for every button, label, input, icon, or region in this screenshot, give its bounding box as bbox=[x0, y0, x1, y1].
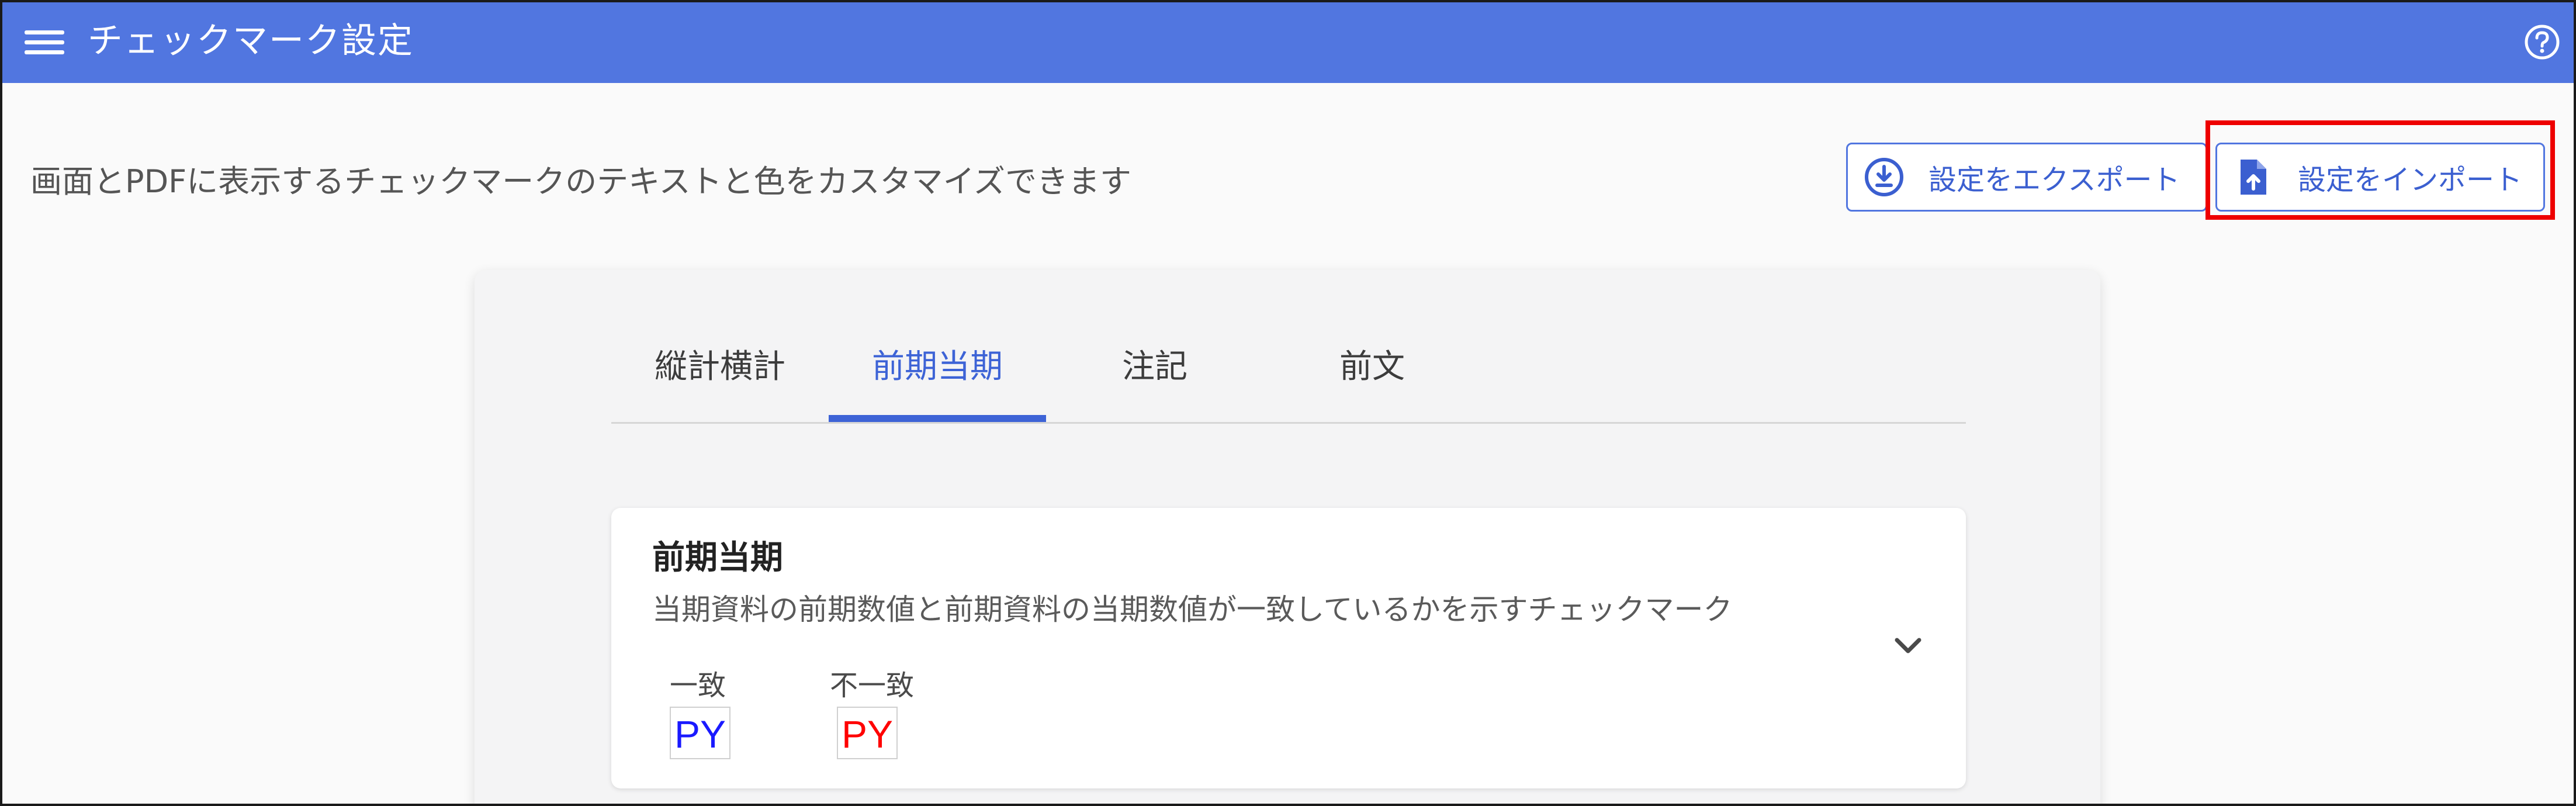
chevron-down-icon[interactable] bbox=[1888, 625, 1928, 666]
tab-bar: 縦計横計 前期当期 注記 前文 bbox=[611, 328, 1966, 424]
match-checkmark-preview[interactable]: PY bbox=[670, 707, 730, 759]
card-description: 当期資料の前期数値と前期資料の当期数値が一致しているかを示すチェックマーク bbox=[652, 593, 1733, 627]
export-settings-button[interactable]: 設定をエクスポート bbox=[1846, 143, 2207, 212]
mismatch-label: 不一致 bbox=[830, 669, 915, 702]
hamburger-menu-icon[interactable] bbox=[21, 22, 68, 62]
help-circle-icon[interactable] bbox=[2523, 23, 2561, 61]
tab-vertical-horizontal-totals[interactable]: 縦計横計 bbox=[611, 328, 829, 422]
download-circle-icon bbox=[1865, 158, 1903, 196]
app-window: チェックマーク設定 画面とPDFに表示するチェックマークのテキストと色をカスタマ… bbox=[0, 0, 2576, 806]
export-settings-label: 設定をエクスポート bbox=[1928, 164, 2180, 196]
app-bar: チェックマーク設定 bbox=[2, 2, 2574, 83]
page-title: チェックマーク設定 bbox=[88, 20, 414, 61]
card-title: 前期当期 bbox=[652, 539, 783, 577]
tab-notes[interactable]: 注記 bbox=[1046, 328, 1263, 422]
mismatch-checkmark-preview[interactable]: PY bbox=[837, 707, 898, 759]
tab-prior-current-period[interactable]: 前期当期 bbox=[829, 328, 1046, 422]
tab-preamble[interactable]: 前文 bbox=[1263, 328, 1481, 422]
match-label: 一致 bbox=[670, 669, 726, 702]
import-settings-button[interactable]: 設定をインポート bbox=[2215, 143, 2545, 212]
settings-panel: 縦計横計 前期当期 注記 前文 前期当期 当期資料の前期数値と前期資料の当期数値… bbox=[475, 270, 2100, 804]
checkmark-setting-card[interactable]: 前期当期 当期資料の前期数値と前期資料の当期数値が一致しているかを示すチェックマ… bbox=[611, 508, 1966, 788]
import-settings-label: 設定をインポート bbox=[2298, 164, 2523, 196]
page-description: 画面とPDFに表示するチェックマークのテキストと色をカスタマイズできます bbox=[30, 163, 1131, 200]
file-upload-icon bbox=[2241, 160, 2266, 195]
